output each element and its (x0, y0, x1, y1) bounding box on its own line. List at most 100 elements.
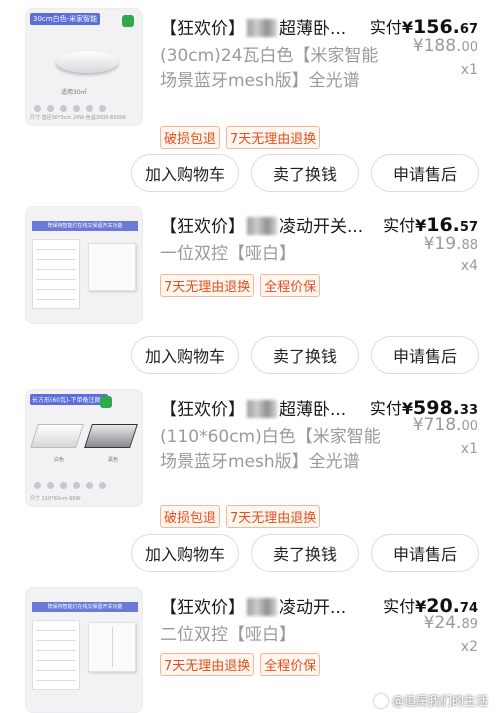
quantity: x2 (460, 639, 478, 655)
paid-dec: 67 (459, 22, 478, 37)
paid-int: 156. (413, 16, 460, 38)
order-actions: 加入购物车 卖了换钱 申请售后 (0, 154, 500, 192)
resell-button[interactable]: 卖了换钱 (251, 534, 359, 572)
paid-label: 实付 (369, 18, 402, 37)
resell-button[interactable]: 卖了换钱 (251, 154, 359, 192)
orig-int: 24. (434, 613, 462, 633)
tag: 破损包退 (160, 126, 221, 149)
resell-button[interactable]: 卖了换钱 (251, 336, 359, 374)
title-suffix: 凌动开... (279, 598, 347, 618)
title-prefix: 【狂欢价】 (160, 19, 245, 39)
quantity: x1 (460, 441, 478, 457)
service-tags: 7天无理由退换 全程价保 (160, 274, 321, 297)
tag: 全程价保 (260, 653, 321, 676)
image-footer: 尺寸 110*60cm 60W (30, 496, 81, 502)
product-image-rect-light[interactable]: 长方形(60瓦)-下单备注颜色 白色 黑色 尺寸 110*60cm 60W (25, 389, 143, 507)
redacted-text (247, 598, 277, 616)
watermark-logo-icon (373, 693, 388, 708)
redacted-text (247, 217, 277, 235)
currency: ¥ (401, 399, 414, 418)
product-spec: 二位双控【哑白】 (160, 625, 296, 645)
orig-int: 19. (434, 234, 462, 254)
caption-black: 黑色 (108, 457, 119, 463)
mijia-logo-icon (122, 15, 134, 27)
tag: 7天无理由退换 (160, 274, 255, 297)
paid-int: 16. (426, 214, 460, 236)
product-title[interactable]: 【狂欢价】 凌动开关... (160, 212, 380, 237)
orig-dec: 88 (461, 238, 478, 253)
currency: ¥ (401, 18, 414, 37)
order-actions: 加入购物车 卖了换钱 申请售后 (0, 534, 500, 572)
product-spec: (30cm)24瓦白色【米家智能场景蓝牙mesh版】全光谱 (160, 46, 379, 91)
switch-panel-icon (88, 243, 136, 291)
title-suffix: 超薄卧... (279, 400, 347, 420)
paid-label: 实付 (369, 399, 402, 418)
ceiling-light-icon (56, 51, 118, 73)
orig-dec: 00 (461, 419, 478, 434)
spec-sheet-icon (32, 239, 80, 309)
product-title[interactable]: 【狂欢价】 超薄卧... (160, 14, 380, 39)
product-spec: 一位双控【哑白】 (160, 244, 296, 264)
black-panel-light-icon (84, 424, 138, 448)
tag: 破损包退 (160, 505, 221, 528)
title-suffix: 凌动开关... (279, 217, 364, 237)
add-to-cart-button[interactable]: 加入购物车 (131, 534, 239, 572)
paid-price: 实付¥156.67 (370, 14, 478, 38)
after-sale-button[interactable]: 申请售后 (371, 154, 479, 192)
image-tag: 既保持智能灯在线又保留开关功能 (32, 602, 138, 612)
product-image-switch[interactable]: 既保持智能灯在线又保留开关功能 (25, 206, 143, 324)
paid-label: 实付 (383, 597, 416, 616)
image-tag: 既保持智能灯在线又保留开关功能 (32, 221, 138, 231)
currency: ¥ (423, 613, 435, 633)
currency: ¥ (412, 36, 424, 56)
double-switch-panel-icon (88, 622, 136, 672)
after-sale-button[interactable]: 申请售后 (371, 336, 479, 374)
title-prefix: 【狂欢价】 (160, 598, 245, 618)
title-prefix: 【狂欢价】 (160, 400, 245, 420)
tag: 7天无理由退换 (226, 505, 321, 528)
watermark: @追属我们的生活 (373, 692, 488, 709)
quantity: x4 (460, 258, 478, 274)
quantity: x1 (460, 62, 478, 78)
service-tags: 破损包退 7天无理由退换 (160, 505, 321, 528)
image-caption: 适用30㎡ (61, 89, 87, 96)
add-to-cart-button[interactable]: 加入购物车 (131, 336, 239, 374)
caption-white: 白色 (54, 457, 65, 463)
order-actions: 加入购物车 卖了换钱 申请售后 (0, 336, 500, 374)
product-image-switch[interactable]: 既保持智能灯在线又保留开关功能 (25, 587, 143, 713)
currency: ¥ (412, 415, 424, 435)
image-tag: 30cm白色-米家智能 (30, 13, 101, 25)
white-panel-light-icon (30, 424, 84, 448)
product-title[interactable]: 【狂欢价】 超薄卧... (160, 395, 380, 420)
product-image-ceiling-light[interactable]: 30cm白色-米家智能 适用30㎡ 尺寸 直径30*3cm 24W 色温3000… (25, 8, 143, 126)
add-to-cart-button[interactable]: 加入购物车 (131, 154, 239, 192)
mijia-logo-icon (100, 396, 112, 408)
paid-label: 实付 (383, 216, 416, 235)
tag: 7天无理由退换 (160, 653, 255, 676)
product-title[interactable]: 【狂欢价】 凌动开... (160, 593, 380, 618)
original-price: ¥24.89 (424, 613, 478, 633)
orig-int: 718. (423, 415, 462, 435)
feature-icons (34, 105, 134, 113)
original-price: ¥188.00 (413, 36, 478, 56)
paid-price: 实付¥16.57 (383, 212, 478, 236)
spec-sheet-icon (32, 620, 80, 690)
redacted-text (247, 19, 277, 37)
currency: ¥ (415, 216, 427, 235)
tag: 全程价保 (260, 274, 321, 297)
image-footer: 尺寸 直径30*3cm 24W 色温3000-6500K (30, 115, 127, 121)
paid-dec: 57 (459, 220, 478, 235)
service-tags: 破损包退 7天无理由退换 (160, 126, 321, 149)
orig-dec: 89 (461, 617, 478, 632)
feature-icons (34, 482, 134, 490)
title-suffix: 超薄卧... (279, 19, 347, 39)
orig-int: 188. (423, 36, 462, 56)
title-prefix: 【狂欢价】 (160, 217, 245, 237)
after-sale-button[interactable]: 申请售后 (371, 534, 479, 572)
currency: ¥ (423, 234, 435, 254)
original-price: ¥19.88 (424, 234, 478, 254)
tag: 7天无理由退换 (226, 126, 321, 149)
product-spec: (110*60cm)白色【米家智能场景蓝牙mesh版】全光谱 (160, 427, 381, 472)
service-tags: 7天无理由退换 全程价保 (160, 653, 321, 676)
watermark-text: @追属我们的生活 (391, 694, 488, 708)
